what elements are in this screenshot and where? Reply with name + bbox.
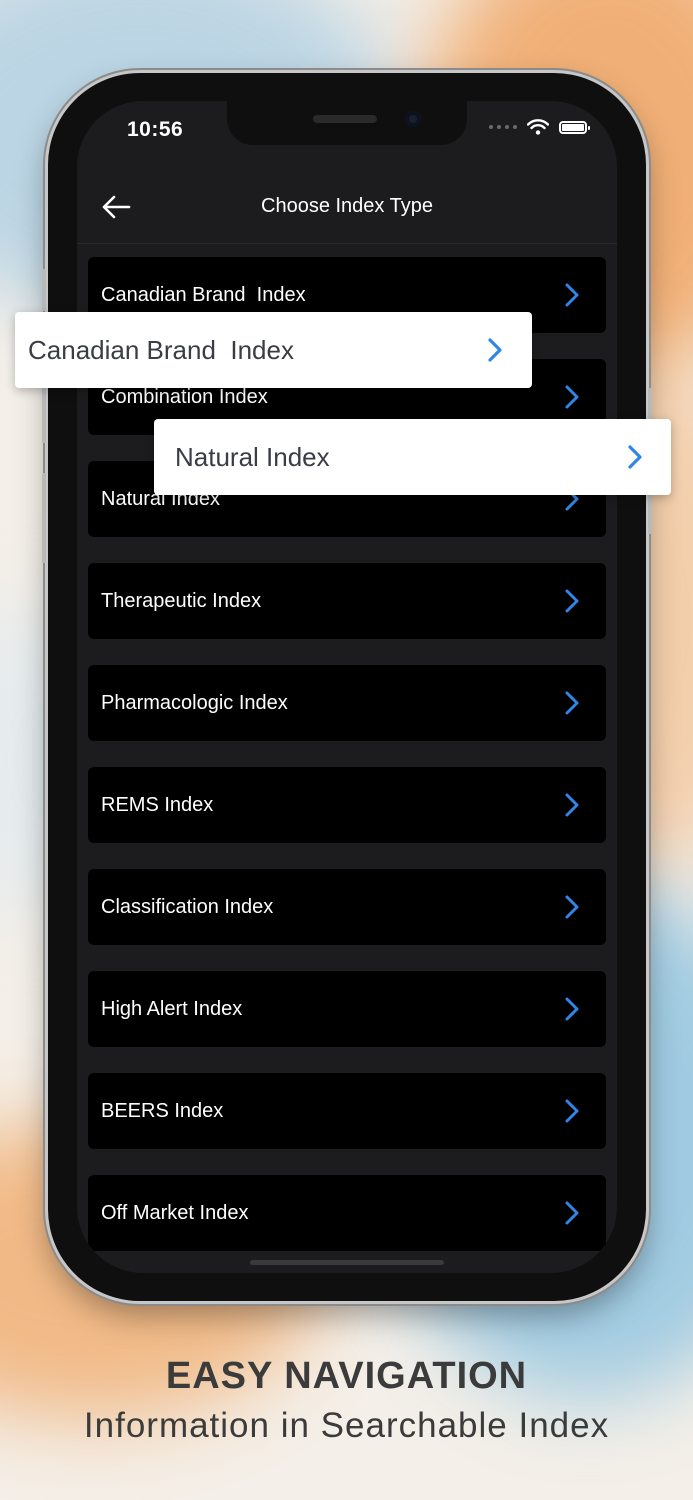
app-screen: 10:56 Choose Index Type Canadian Brand I…	[77, 101, 617, 1273]
callout-natural-index[interactable]: Natural Index	[154, 419, 671, 495]
chevron-right-icon	[565, 283, 579, 307]
chevron-right-icon	[565, 1099, 579, 1123]
chevron-right-icon	[565, 895, 579, 919]
list-item-label: BEERS Index	[101, 1099, 224, 1122]
callout-label: Natural Index	[175, 441, 330, 472]
caption-title: EASY NAVIGATION	[165, 1355, 528, 1397]
signal-icon	[489, 125, 517, 129]
list-item-label: Pharmacologic Index	[101, 691, 288, 714]
home-indicator[interactable]	[250, 1260, 444, 1265]
wifi-icon	[527, 119, 549, 135]
phone-frame: 10:56 Choose Index Type Canadian Brand I…	[42, 73, 652, 1301]
chevron-right-icon	[565, 1201, 579, 1225]
index-type-list: Canadian Brand Index Combination Index N…	[88, 257, 606, 1273]
chevron-right-icon	[565, 385, 579, 409]
list-item-label: Off Market Index	[101, 1201, 249, 1224]
callout-label: Canadian Brand Index	[28, 334, 294, 365]
list-item-beers-index[interactable]: BEERS Index	[88, 1073, 606, 1149]
list-item-label: Canadian Brand Index	[101, 283, 306, 306]
chevron-right-icon	[565, 997, 579, 1021]
list-item-label: High Alert Index	[101, 997, 243, 1020]
list-item-label: Therapeutic Index	[101, 589, 262, 612]
list-item-pharmacologic-index[interactable]: Pharmacologic Index	[88, 665, 606, 741]
callout-canadian-brand-index[interactable]: Canadian Brand Index	[15, 312, 532, 388]
list-item-label: Classification Index	[101, 895, 274, 918]
list-item-label: REMS Index	[101, 793, 214, 816]
page-title: Choose Index Type	[261, 195, 433, 217]
caption-subtitle: Information in Searchable Index	[83, 1406, 610, 1445]
notch	[227, 101, 467, 145]
list-item-rems-index[interactable]: REMS Index	[88, 767, 606, 843]
navigation-bar: Choose Index Type	[77, 171, 617, 244]
chevron-right-icon	[565, 589, 579, 613]
chevron-right-icon	[488, 338, 502, 362]
chevron-right-icon	[628, 445, 642, 469]
list-item-off-market-index[interactable]: Off Market Index	[88, 1175, 606, 1251]
list-item-classification-index[interactable]: Classification Index	[88, 869, 606, 945]
chevron-right-icon	[565, 793, 579, 817]
list-item-therapeutic-index[interactable]: Therapeutic Index	[88, 563, 606, 639]
list-item-label: Combination Index	[101, 385, 268, 408]
list-item-high-alert-index[interactable]: High Alert Index	[88, 971, 606, 1047]
status-time: 10:56	[127, 118, 184, 141]
status-icons	[489, 119, 590, 135]
battery-icon	[559, 120, 590, 134]
chevron-right-icon	[565, 691, 579, 715]
